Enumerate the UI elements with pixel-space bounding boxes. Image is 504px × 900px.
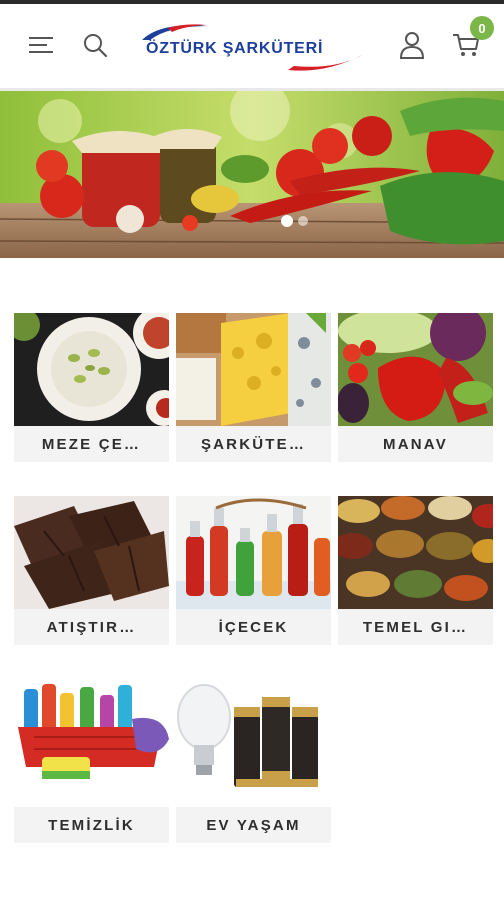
category-tile-meze[interactable]: MEZE ÇE… — [14, 313, 169, 462]
category-tile-temel-gida[interactable]: TEMEL GI… — [338, 496, 493, 645]
drinks-image — [176, 496, 331, 609]
home-living-image — [176, 679, 331, 807]
category-label: MEZE ÇE… — [41, 435, 142, 453]
category-label: EV YAŞAM — [206, 816, 301, 834]
search-icon — [84, 34, 108, 58]
category-label: İÇECEK — [218, 618, 289, 636]
banner-image — [0, 91, 504, 258]
category-label: TEMİZLİK — [48, 816, 135, 834]
category-label: TEMEL GI… — [362, 618, 469, 636]
category-tile-ev-yasam[interactable]: EV YAŞAM — [176, 679, 331, 843]
account-icon — [399, 32, 425, 59]
category-label: MANAV — [383, 435, 448, 453]
category-label: ŞARKÜTE… — [200, 435, 307, 453]
cart-count-badge: 0 — [470, 16, 494, 40]
account-button[interactable] — [395, 28, 429, 62]
category-tile-manav[interactable]: MANAV — [338, 313, 493, 462]
chocolate-image — [14, 496, 169, 609]
cheese-image — [176, 313, 331, 426]
cleaning-image — [14, 679, 169, 807]
header: ÖZTÜRK ŞARKÜTERİ — [0, 4, 504, 88]
menu-button[interactable] — [24, 28, 58, 62]
logo-swoosh-top — [142, 24, 208, 40]
spices-image — [338, 496, 493, 609]
vegetables-image — [338, 313, 493, 426]
category-tile-temizlik[interactable]: TEMİZLİK — [14, 679, 169, 843]
logo[interactable]: ÖZTÜRK ŞARKÜTERİ — [136, 18, 368, 80]
hero-banner[interactable] — [0, 91, 504, 258]
category-tile-icecek[interactable]: İÇECEK — [176, 496, 331, 645]
logo-swoosh-bottom — [288, 54, 364, 71]
menu-icon — [29, 37, 53, 53]
category-tile-atistirmalik[interactable]: ATIŞTIR… — [14, 496, 169, 645]
category-label: ATIŞTIR… — [46, 618, 137, 636]
meze-image — [14, 313, 169, 426]
category-tile-sarkuteri[interactable]: ŞARKÜTE… — [176, 313, 331, 462]
search-button[interactable] — [78, 28, 112, 62]
